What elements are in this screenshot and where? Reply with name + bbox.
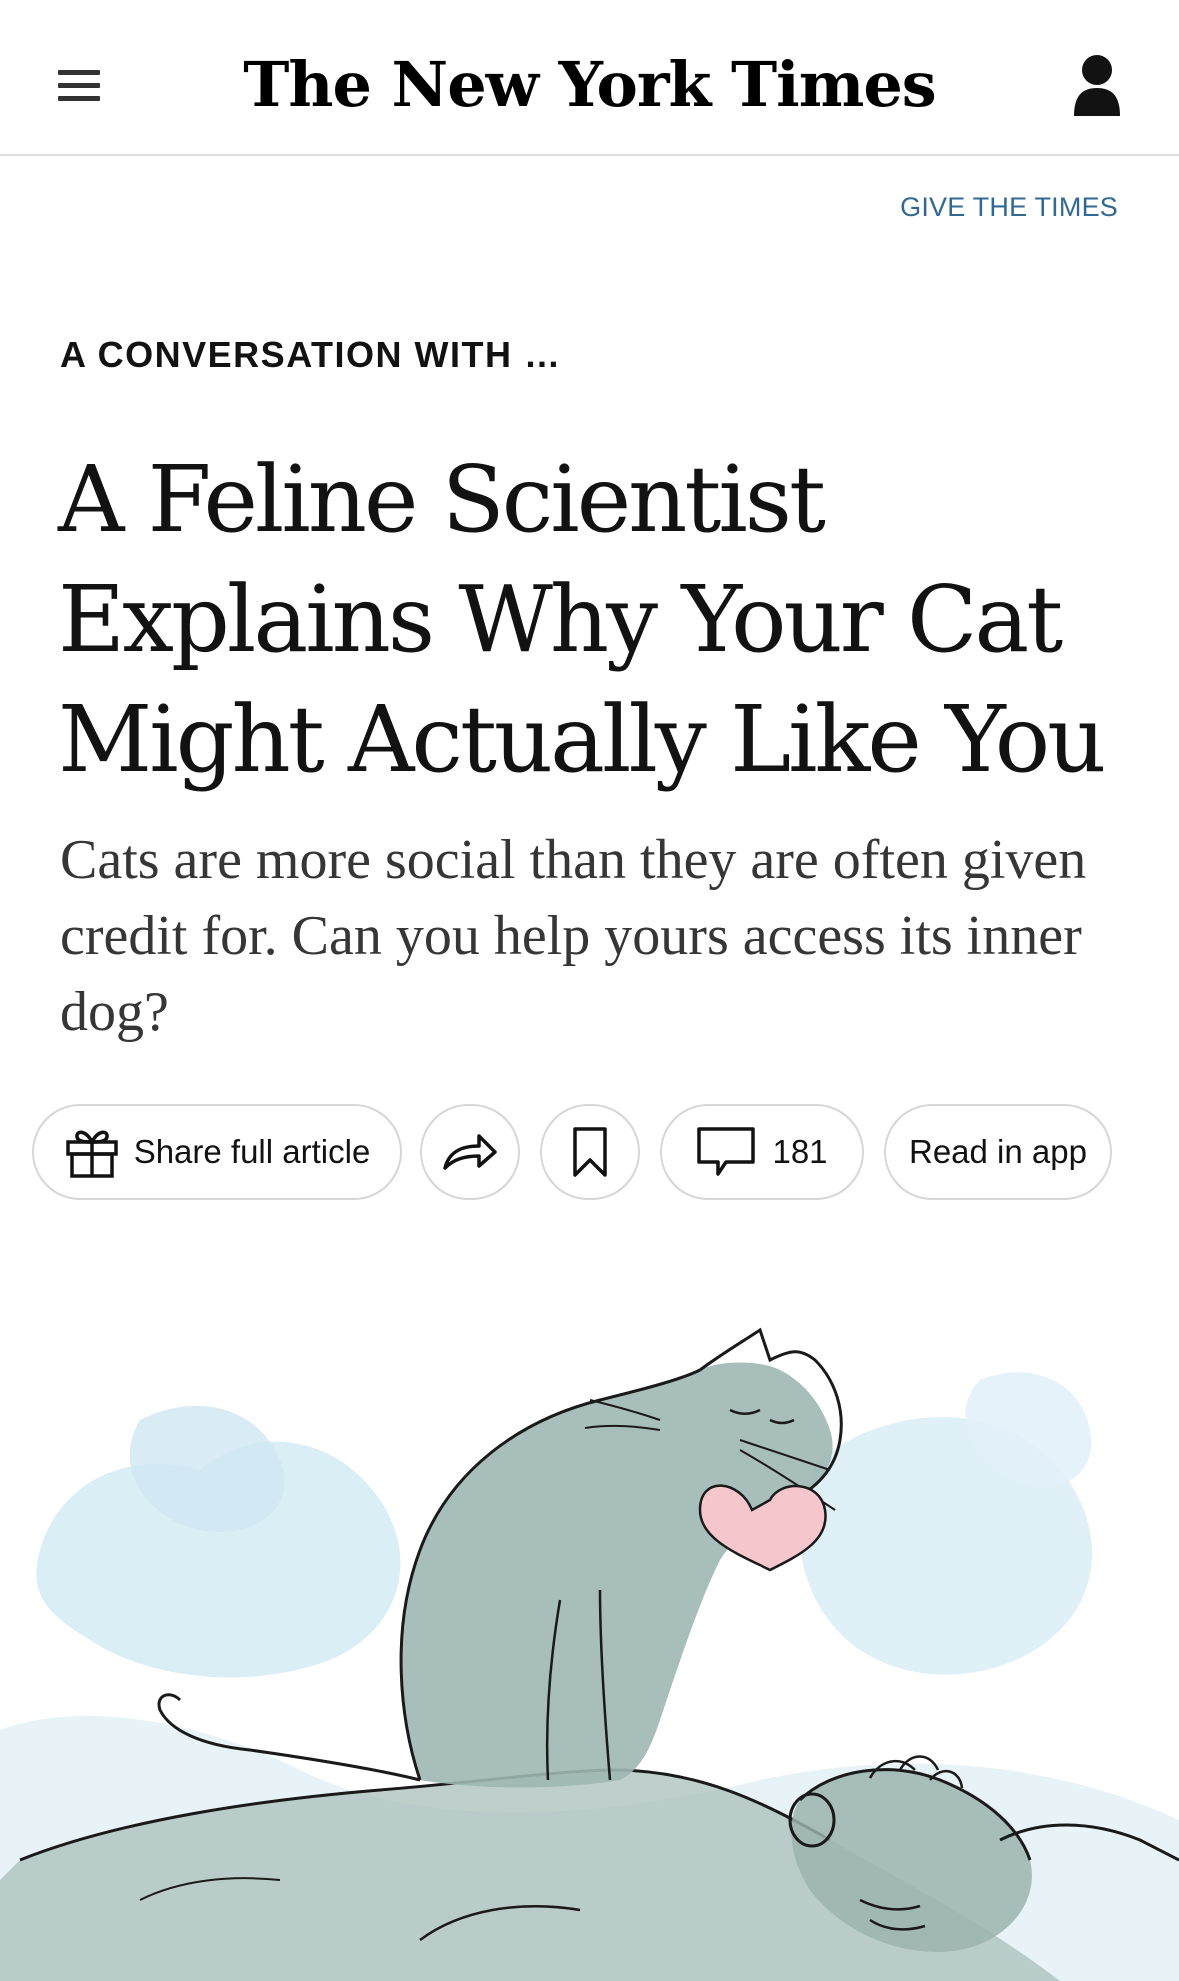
masthead: The New York Times: [0, 0, 1179, 156]
cat-on-sleeping-person-illustration: [0, 1327, 1179, 1981]
account-person-icon: [1074, 55, 1120, 116]
read-in-app-button[interactable]: Read in app: [884, 1104, 1112, 1200]
comment-bubble-icon: [697, 1127, 756, 1176]
bookmark-icon: [573, 1127, 607, 1177]
comments-count: 181: [772, 1133, 828, 1170]
share-full-article-button[interactable]: Share full article: [32, 1104, 402, 1200]
account-button[interactable]: [1072, 54, 1122, 118]
share-button[interactable]: [420, 1104, 520, 1200]
article-summary: Cats are more social than they are often…: [60, 829, 1087, 1043]
share-arrow-icon: [443, 1134, 497, 1170]
gift-icon: [65, 1130, 118, 1178]
article-toolbar: Share full article 181 Read in app: [32, 1104, 1152, 1204]
article-illustration: [0, 1300, 1179, 1981]
share-full-article-label: Share full article: [133, 1133, 371, 1170]
read-in-app-label: Read in app: [909, 1133, 1087, 1170]
article-headline: A Feline Scientist Explains Why Your Cat…: [58, 446, 1106, 793]
comments-button[interactable]: 181: [660, 1104, 864, 1200]
nyt-logo[interactable]: The New York Times: [0, 40, 1179, 130]
give-the-times-link[interactable]: GIVE THE TIMES: [900, 192, 1118, 223]
save-button[interactable]: [540, 1104, 640, 1200]
article-kicker: A CONVERSATION WITH …: [60, 334, 562, 375]
